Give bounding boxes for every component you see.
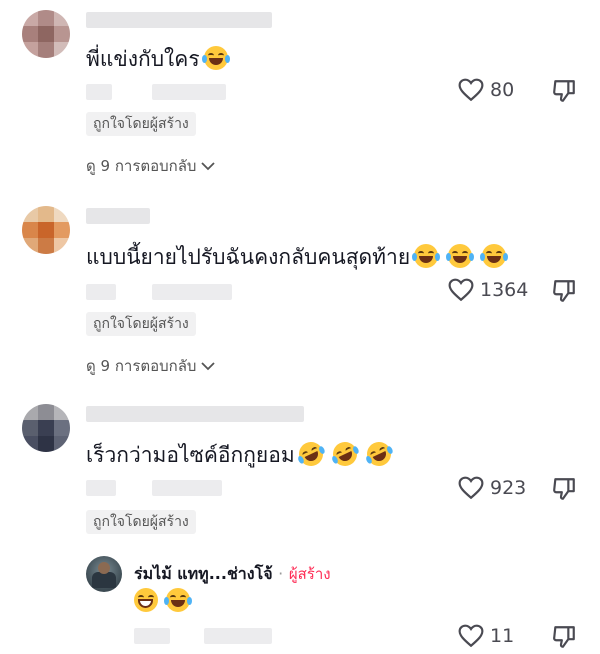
dislike-icon — [553, 80, 575, 102]
heart-icon — [458, 624, 484, 648]
liked-by-creator-badge: ถูกใจโดยผู้สร้าง — [86, 112, 196, 136]
tears-of-joy-emoji — [164, 588, 192, 612]
like-count: 11 — [490, 625, 515, 647]
heart-icon — [458, 78, 484, 102]
rofl-emoji — [294, 438, 327, 470]
creator-avatar[interactable] — [86, 556, 122, 592]
heart-icon — [458, 476, 484, 500]
like-count: 1364 — [480, 279, 529, 301]
dislike-icon — [553, 626, 575, 648]
tears-of-joy-emoji — [412, 244, 441, 268]
rofl-emoji — [362, 438, 395, 470]
like-button[interactable]: 11 — [458, 624, 514, 648]
like-button[interactable]: 80 — [458, 78, 514, 102]
username-blurred[interactable] — [86, 12, 272, 28]
reply-text — [130, 588, 192, 614]
avatar[interactable] — [22, 206, 70, 254]
comment-text: แบบนี้ยายไปรับฉันคงกลับคนสุดท้าย — [86, 244, 509, 270]
dislike-icon — [553, 280, 575, 302]
rofl-emoji — [328, 438, 361, 470]
dislike-icon — [553, 478, 575, 500]
dislike-button[interactable] — [551, 476, 577, 506]
timestamp-blurred — [86, 84, 112, 100]
reply-button-blurred[interactable] — [204, 628, 272, 644]
username-blurred[interactable] — [86, 208, 150, 224]
tears-of-joy-emoji — [480, 244, 509, 268]
dislike-button[interactable] — [551, 78, 577, 108]
tears-of-joy-emoji — [201, 46, 230, 70]
like-count: 923 — [490, 477, 527, 499]
liked-by-creator-badge: ถูกใจโดยผู้สร้าง — [86, 510, 196, 534]
avatar[interactable] — [22, 10, 70, 58]
like-button[interactable]: 1364 — [448, 278, 528, 302]
avatar[interactable] — [22, 404, 70, 452]
grinning-emoji — [134, 588, 158, 612]
timestamp-blurred — [134, 628, 170, 644]
like-count: 80 — [490, 79, 515, 101]
like-button[interactable]: 923 — [458, 476, 526, 500]
comment-text: เร็วกว่ามอไซค์อีกกูยอม — [86, 438, 395, 470]
creator-tag: ผู้สร้าง — [288, 565, 331, 583]
heart-icon — [448, 278, 474, 302]
dislike-button[interactable] — [551, 624, 577, 654]
reply-button-blurred[interactable] — [152, 84, 226, 100]
reply-button-blurred[interactable] — [152, 284, 232, 300]
chevron-down-icon — [201, 162, 216, 171]
view-replies-button[interactable]: ดู 9 การตอบกลับ — [86, 154, 216, 178]
comment-text: พี่แข่งกับใคร — [86, 46, 230, 72]
timestamp-blurred — [86, 480, 116, 496]
timestamp-blurred — [86, 284, 116, 300]
dislike-button[interactable] — [551, 278, 577, 308]
reply-author[interactable]: ร่มไม้ แททู...ช่างโจ้ · ผู้สร้าง — [134, 562, 331, 587]
chevron-down-icon — [201, 362, 216, 371]
username-blurred[interactable] — [86, 406, 304, 422]
tears-of-joy-emoji — [446, 244, 475, 268]
view-replies-button[interactable]: ดู 9 การตอบกลับ — [86, 354, 216, 378]
reply-button-blurred[interactable] — [152, 480, 222, 496]
liked-by-creator-badge: ถูกใจโดยผู้สร้าง — [86, 312, 196, 336]
